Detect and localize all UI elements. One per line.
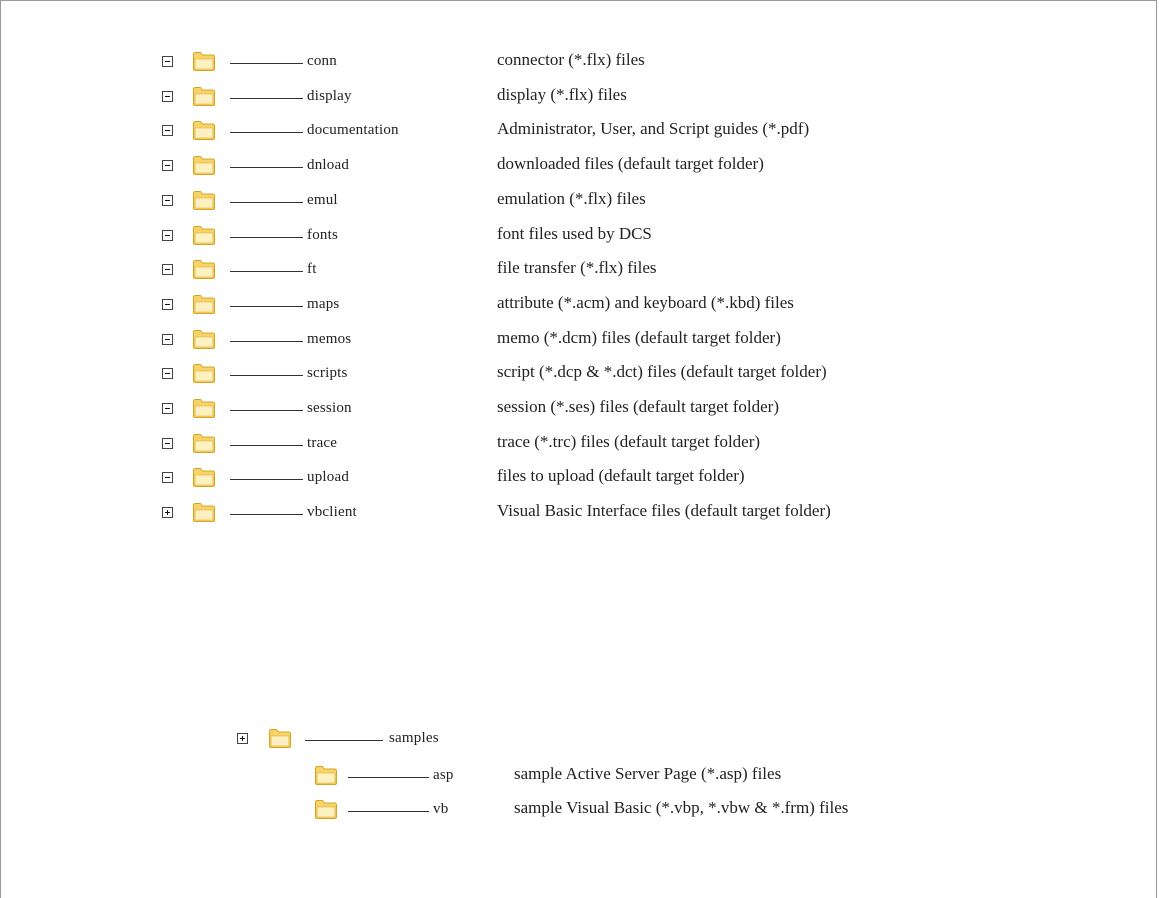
folder-name: asp: [433, 767, 454, 783]
folder-icon: [192, 189, 216, 211]
folder-description: session (*.ses) files (default target fo…: [497, 397, 779, 416]
folder-description: files to upload (default target folder): [497, 466, 745, 486]
tree-connector: [230, 444, 303, 446]
folder-name: fonts: [307, 226, 338, 243]
folder-name: documentation: [307, 122, 399, 139]
folder-name: vbclient: [307, 504, 357, 521]
folder-row[interactable]: vbclient Visual Basic Interface files (de…: [0, 499, 1159, 529]
folder-icon: [192, 224, 216, 246]
collapse-icon[interactable]: [162, 229, 173, 241]
tree-connector: [230, 97, 303, 99]
folder-description: emulation (*.flx) files: [497, 188, 646, 208]
tree-connector: [348, 777, 429, 778]
tree-connector: [230, 340, 303, 342]
folder-icon: [268, 727, 292, 749]
folder-row[interactable]: samples: [0, 725, 1159, 755]
folder-icon: [192, 154, 216, 176]
folder-description: downloaded files (default target folder): [497, 154, 764, 174]
folder-description: sample Visual Basic (*.vbp, *.vbw & *.fr…: [514, 798, 849, 817]
folder-name: upload: [307, 469, 350, 486]
expand-icon[interactable]: [162, 507, 173, 519]
tree-connector: [230, 201, 303, 203]
folder-icon: [192, 50, 216, 72]
folder-row[interactable]: fonts font files used by DCS: [0, 222, 1159, 252]
folder-row[interactable]: scripts script (*.dcp & *.dct) files (def…: [0, 360, 1159, 390]
folder-row[interactable]: ft file transfer (*.flx) files: [0, 256, 1159, 286]
tree-connector: [348, 811, 429, 812]
folder-row[interactable]: documentation Administrator, User, and Sc…: [0, 117, 1159, 147]
tree-connector: [230, 410, 303, 411]
folder-name: emul: [307, 191, 338, 208]
folder-icon: [192, 85, 216, 107]
folder-icon: [192, 362, 216, 384]
tree-connector: [230, 479, 303, 481]
collapse-icon[interactable]: [162, 160, 173, 172]
folder-row[interactable]: emul emulation (*.flx) files: [0, 187, 1159, 217]
collapse-icon[interactable]: [162, 194, 173, 206]
folder-name: display: [307, 87, 352, 104]
folder-row[interactable]: maps attribute (*.acm) and keyboard (*.kb…: [0, 291, 1159, 321]
folder-name: vb: [433, 801, 449, 817]
tree-connector: [230, 236, 303, 238]
folder-row[interactable]: display display (*.flx) files: [0, 83, 1159, 113]
folder-description: display (*.flx) files: [497, 84, 627, 104]
folder-description: Visual Basic Interface files (default ta…: [497, 501, 831, 521]
folder-name: trace: [307, 434, 338, 451]
folder-row[interactable]: asp sample Active Server Page (*.asp) fil…: [0, 762, 1159, 792]
folder-row[interactable]: vb sample Visual Basic (*.vbp, *.vbw & *.…: [0, 796, 1159, 826]
folder-name: ft: [307, 261, 317, 278]
folder-row[interactable]: memos memo (*.dcm) files (default target …: [0, 326, 1159, 356]
folder-description: font files used by DCS: [497, 223, 652, 243]
collapse-icon[interactable]: [162, 472, 173, 484]
folder-icon: [192, 328, 216, 350]
folder-icon: [192, 432, 216, 454]
collapse-icon[interactable]: [162, 437, 173, 449]
folder-row[interactable]: trace trace (*.trc) files (default target…: [0, 430, 1159, 460]
collapse-icon[interactable]: [162, 90, 173, 102]
folder-description: attribute (*.acm) and keyboard (*.kbd) f…: [497, 292, 794, 312]
tree-connector: [305, 740, 383, 741]
folder-icon: [192, 293, 216, 315]
folder-description: file transfer (*.flx) files: [497, 258, 657, 278]
collapse-icon[interactable]: [162, 125, 173, 137]
tree-connector: [230, 132, 303, 134]
folder-icon: [192, 397, 216, 419]
tree-connector: [230, 271, 303, 273]
tree-connector: [230, 167, 303, 169]
folder-row[interactable]: conn connector (*.flx) files: [0, 48, 1159, 78]
folder-name: samples: [389, 730, 439, 746]
folder-description: Administrator, User, and Script guides (…: [497, 119, 810, 139]
folder-icon: [192, 466, 216, 488]
tree-connector: [230, 305, 303, 307]
folder-name: session: [307, 400, 352, 416]
collapse-icon[interactable]: [162, 56, 173, 67]
folder-row[interactable]: dnload downloaded files (default target f…: [0, 152, 1159, 182]
collapse-icon[interactable]: [162, 333, 173, 345]
folder-icon: [192, 258, 216, 280]
folder-icon: [314, 764, 338, 786]
folder-row[interactable]: upload files to upload (default target fo…: [0, 464, 1159, 494]
collapse-icon[interactable]: [162, 298, 173, 310]
folder-icon: [192, 119, 216, 141]
folder-description: memo (*.dcm) files (default target folde…: [497, 327, 781, 347]
folder-name: memos: [307, 330, 352, 347]
expand-icon[interactable]: [237, 733, 248, 744]
folder-icon: [314, 798, 338, 820]
collapse-icon[interactable]: [162, 368, 173, 380]
folder-description: trace (*.trc) files (default target fold…: [497, 431, 761, 451]
folder-description: connector (*.flx) files: [497, 50, 645, 69]
folder-name: scripts: [307, 365, 348, 382]
folder-description: script (*.dcp & *.dct) files (default ta…: [497, 362, 827, 382]
folder-icon: [192, 501, 216, 523]
folder-name: conn: [307, 53, 337, 69]
tree-connector: [230, 514, 303, 516]
folder-name: maps: [307, 295, 340, 312]
collapse-icon[interactable]: [162, 264, 173, 276]
folder-description: sample Active Server Page (*.asp) files: [514, 764, 782, 783]
folder-row[interactable]: session session (*.ses) files (default ta…: [0, 395, 1159, 425]
folder-name: dnload: [307, 157, 350, 174]
tree-connector: [230, 63, 303, 64]
tree-connector: [230, 375, 303, 377]
collapse-icon[interactable]: [162, 403, 173, 414]
